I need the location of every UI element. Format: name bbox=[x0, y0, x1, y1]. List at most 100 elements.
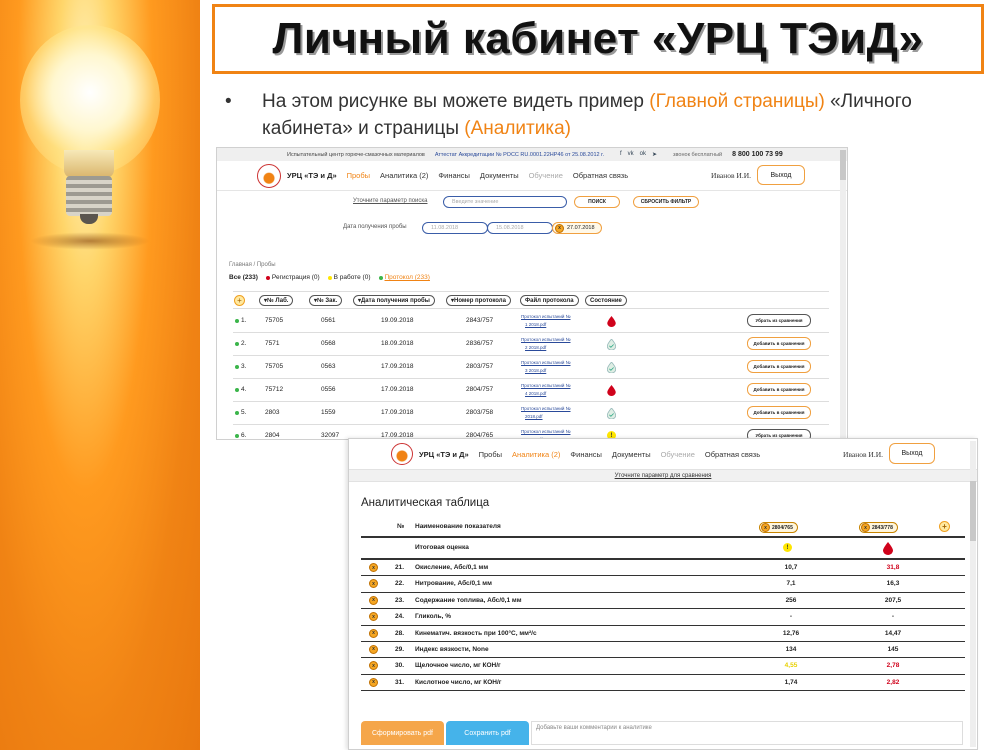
remove-row-icon[interactable]: x bbox=[369, 628, 378, 638]
table-row[interactable]: 3. 75705 0563 17.09.2018 2803/757 Проток… bbox=[233, 356, 829, 379]
tab-registration[interactable]: Регистрация (0) bbox=[265, 274, 320, 281]
date-from-input[interactable]: 11.08.2018 bbox=[422, 222, 488, 234]
logout-button[interactable]: Выход bbox=[889, 443, 935, 464]
row-number: 3. bbox=[241, 363, 247, 370]
save-pdf-button[interactable]: Сохранить pdf bbox=[446, 721, 529, 745]
search-button[interactable]: ПОИСК bbox=[574, 196, 620, 208]
tab-all[interactable]: Все (233) bbox=[229, 274, 258, 281]
telegram-icon[interactable]: ➤ bbox=[652, 151, 657, 158]
nav-item-samples[interactable]: Пробы bbox=[347, 171, 370, 180]
tab-protocol[interactable]: Протокол (233) bbox=[378, 274, 430, 281]
table-row[interactable]: 4. 75712 0556 17.09.2018 2804/757 Проток… bbox=[233, 379, 829, 402]
nav-item-analytics[interactable]: Аналитика (2) bbox=[380, 171, 428, 180]
lightbulb-tip bbox=[80, 214, 98, 224]
add-sample-icon[interactable]: + bbox=[939, 521, 950, 532]
remove-row-icon[interactable]: x bbox=[369, 661, 378, 671]
table-row[interactable]: 5. 2803 1559 17.09.2018 2803/758 Протоко… bbox=[233, 402, 829, 425]
sample-1-value: 4,55 bbox=[784, 662, 798, 670]
remove-from-compare-button[interactable]: Убрать из сравнения bbox=[747, 314, 811, 327]
company-logo[interactable] bbox=[391, 443, 413, 465]
scrollbar-thumb[interactable] bbox=[840, 150, 846, 180]
vk-icon[interactable]: vk bbox=[628, 151, 634, 158]
page-scrollbar[interactable] bbox=[840, 150, 846, 438]
remove-row-icon[interactable]: x bbox=[369, 579, 378, 589]
protocol-file-link[interactable]: Протокол испытаний № 1 2018.pdf bbox=[521, 313, 571, 329]
column-order-number[interactable]: ▾ № Зак. bbox=[309, 295, 343, 306]
company-logo[interactable] bbox=[257, 163, 281, 188]
brand-name[interactable]: УРЦ «ТЭ и Д» bbox=[287, 171, 337, 180]
receive-date: 17.09.2018 bbox=[381, 386, 414, 393]
protocol-file-link[interactable]: Протокол испытаний № 4 2018.pdf bbox=[521, 382, 571, 398]
remove-row-icon[interactable]: x bbox=[369, 612, 378, 622]
logout-button[interactable]: Выход bbox=[757, 165, 805, 185]
sample-tag-2[interactable]: x 2843/778 bbox=[859, 522, 898, 533]
search-label: Уточните параметр поиска bbox=[353, 198, 428, 204]
remove-row-icon[interactable]: x bbox=[369, 644, 378, 654]
tab-in-work[interactable]: В работе (0) bbox=[327, 274, 371, 281]
column-protocol-file[interactable]: Файл протокола bbox=[520, 295, 579, 306]
add-to-compare-button[interactable]: Добавить в сравнения bbox=[747, 406, 811, 419]
green-dot-icon bbox=[235, 319, 239, 323]
remove-sample-icon[interactable]: x bbox=[761, 523, 770, 532]
search-input[interactable]: Введите значение bbox=[443, 196, 567, 208]
comment-field[interactable]: Добавьте ваши комментарии к аналитике bbox=[531, 721, 963, 745]
nav-item-feedback[interactable]: Обратная связь bbox=[705, 450, 760, 459]
remove-sample-icon[interactable]: x bbox=[861, 523, 870, 532]
page-scrollbar[interactable] bbox=[970, 441, 976, 747]
nav-item-documents[interactable]: Документы bbox=[480, 171, 519, 180]
analytics-header-row: № Наименование показателя x 2804/765 x 284… bbox=[361, 519, 965, 538]
table-row[interactable]: 2. 7571 0568 18.09.2018 2836/757 Протоко… bbox=[233, 333, 829, 356]
accreditation-link[interactable]: Аттестат Аккредитации № РОСС RU.0001.22Н… bbox=[435, 152, 604, 158]
phone-number[interactable]: 8 800 100 73 99 bbox=[732, 151, 783, 158]
protocol-file-link[interactable]: Протокол испытаний № 2018.pdf bbox=[521, 405, 571, 421]
reset-filter-button[interactable]: СБРОСИТЬ ФИЛЬТР bbox=[633, 196, 699, 208]
nav-item-analytics[interactable]: Аналитика (2) bbox=[512, 450, 560, 459]
nav-item-training[interactable]: Обучение bbox=[661, 450, 695, 459]
ok-icon[interactable]: ok bbox=[640, 151, 646, 158]
facebook-icon[interactable]: f bbox=[620, 151, 622, 158]
add-to-compare-button[interactable]: Добавить в сравнения bbox=[747, 360, 811, 373]
table-row[interactable]: 1. 75705 0561 19.09.2018 2843/757 Проток… bbox=[233, 310, 829, 333]
breadcrumb[interactable]: Главная / Пробы bbox=[229, 262, 276, 268]
generate-pdf-button[interactable]: Сформировать pdf bbox=[361, 721, 444, 745]
analytics-row: x 29. Индекс вязкости, None 134 145 bbox=[361, 642, 965, 659]
order-number: 0563 bbox=[321, 363, 336, 370]
remove-row-icon[interactable]: x bbox=[369, 677, 378, 687]
nav-item-finance[interactable]: Финансы bbox=[438, 171, 470, 180]
analytics-row: x 30. Щелочное число, мг КОН/г 4,55 2,78 bbox=[361, 658, 965, 675]
file-line-2: 2018.pdf bbox=[525, 414, 543, 419]
date-filter-chip[interactable]: x 27.07.2018 bbox=[552, 222, 602, 234]
column-state[interactable]: Состояние bbox=[585, 295, 627, 306]
sample-1-value: 256 bbox=[785, 596, 797, 604]
protocol-file-link[interactable]: Протокол испытаний № 2 2018.pdf bbox=[521, 336, 571, 352]
green-dot-icon bbox=[235, 411, 239, 415]
remove-row-icon[interactable]: x bbox=[369, 563, 378, 572]
social-links: f vk ok ➤ bbox=[620, 151, 657, 158]
add-to-compare-button[interactable]: Добавить в сравнения bbox=[747, 337, 811, 350]
tab-all-label: Все (233) bbox=[229, 274, 258, 281]
add-to-compare-button[interactable]: Добавить в сравнения bbox=[747, 383, 811, 396]
column-lab-number[interactable]: ▾ № Лаб. bbox=[259, 295, 294, 306]
nav-item-documents[interactable]: Документы bbox=[612, 450, 651, 459]
scrollbar-thumb[interactable] bbox=[970, 481, 976, 541]
column-receive-date[interactable]: ▾ Дата получения пробы bbox=[353, 295, 435, 306]
remove-row-icon[interactable]: x bbox=[369, 595, 378, 605]
receive-date: 17.09.2018 bbox=[381, 409, 414, 416]
sample-tag-1[interactable]: x 2804/765 bbox=[759, 522, 798, 533]
remove-row-glyph: x bbox=[369, 563, 378, 572]
remove-chip-icon[interactable]: x bbox=[555, 223, 564, 233]
nav-item-feedback[interactable]: Обратная связь bbox=[573, 171, 628, 180]
brand-name[interactable]: УРЦ «ТЭ и Д» bbox=[419, 450, 469, 459]
nav-item-finance[interactable]: Финансы bbox=[570, 450, 602, 459]
nav-item-training[interactable]: Обучение bbox=[529, 171, 563, 180]
protocol-file-link[interactable]: Протокол испытаний № 3 2018.pdf bbox=[521, 359, 571, 375]
analytics-table-body: x 21. Окисление, Абс/0,1 мм 10,7 31,8 x … bbox=[361, 560, 965, 692]
column-protocol-number[interactable]: ▾ Номер протокола bbox=[446, 295, 511, 306]
compare-param-link[interactable]: Уточните параметр для сравнения bbox=[349, 469, 977, 482]
lightbulb-base bbox=[66, 176, 112, 216]
lightbulb-shadow bbox=[30, 232, 150, 250]
chip-date: 27.07.2018 bbox=[567, 225, 595, 231]
nav-item-samples[interactable]: Пробы bbox=[479, 450, 502, 459]
date-to-input[interactable]: 15.08.2018 bbox=[487, 222, 553, 234]
add-column-icon[interactable]: + bbox=[234, 295, 245, 306]
